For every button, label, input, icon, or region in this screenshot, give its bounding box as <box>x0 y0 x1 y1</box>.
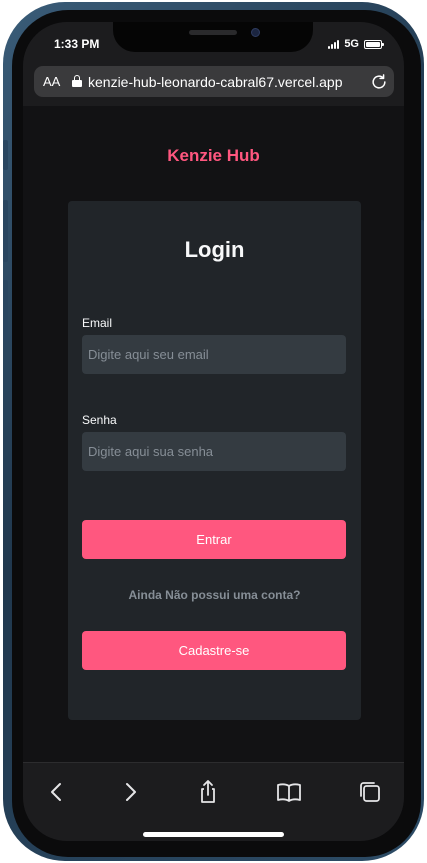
login-card: Login Email Senha Entrar Ainda Não possu… <box>68 201 361 720</box>
battery-icon <box>364 39 384 49</box>
text-size-button[interactable]: AA <box>43 74 63 89</box>
front-camera <box>251 28 260 37</box>
speaker <box>189 30 237 35</box>
browser-toolbar <box>23 762 404 841</box>
tabs-icon[interactable] <box>357 779 383 805</box>
network-label: 5G <box>344 38 359 50</box>
notch <box>113 22 313 52</box>
browser-address-area: AA kenzie-hub-leonardo-cabral67.vercel.a… <box>23 66 404 106</box>
url-text[interactable]: kenzie-hub-leonardo-cabral67.vercel.app <box>88 74 350 90</box>
forward-icon[interactable] <box>117 779 143 805</box>
reload-icon[interactable] <box>369 72 389 92</box>
signal-icon <box>328 39 340 49</box>
volume-up-button <box>3 200 8 262</box>
silent-switch <box>3 140 8 170</box>
email-field[interactable] <box>82 335 346 374</box>
password-label: Senha <box>82 413 117 427</box>
status-indicators: 5G <box>328 38 384 50</box>
home-indicator[interactable] <box>143 832 284 837</box>
no-account-text: Ainda Não possui uma conta? <box>128 588 301 602</box>
email-label: Email <box>82 316 113 330</box>
back-icon[interactable] <box>44 779 70 805</box>
web-content: Kenzie Hub Login Email Senha Entrar Aind… <box>23 106 404 762</box>
status-time: 1:33 PM <box>54 37 100 51</box>
lock-icon <box>72 75 82 88</box>
brand-logo: Kenzie Hub <box>167 146 260 165</box>
status-bar: 1:33 PM 5G <box>23 22 404 66</box>
password-field[interactable] <box>82 432 346 471</box>
register-button[interactable]: Cadastre-se <box>82 631 346 670</box>
volume-down-button <box>3 280 8 342</box>
share-icon[interactable] <box>195 779 221 805</box>
login-button[interactable]: Entrar <box>82 520 346 559</box>
bookmarks-icon[interactable] <box>276 779 302 805</box>
address-bar[interactable]: AA kenzie-hub-leonardo-cabral67.vercel.a… <box>34 66 394 97</box>
battery-fill <box>366 41 380 47</box>
login-title: Login <box>184 237 245 262</box>
phone-screen: 1:33 PM 5G AA kenzie-hub-leonardo-cabral… <box>23 22 404 841</box>
